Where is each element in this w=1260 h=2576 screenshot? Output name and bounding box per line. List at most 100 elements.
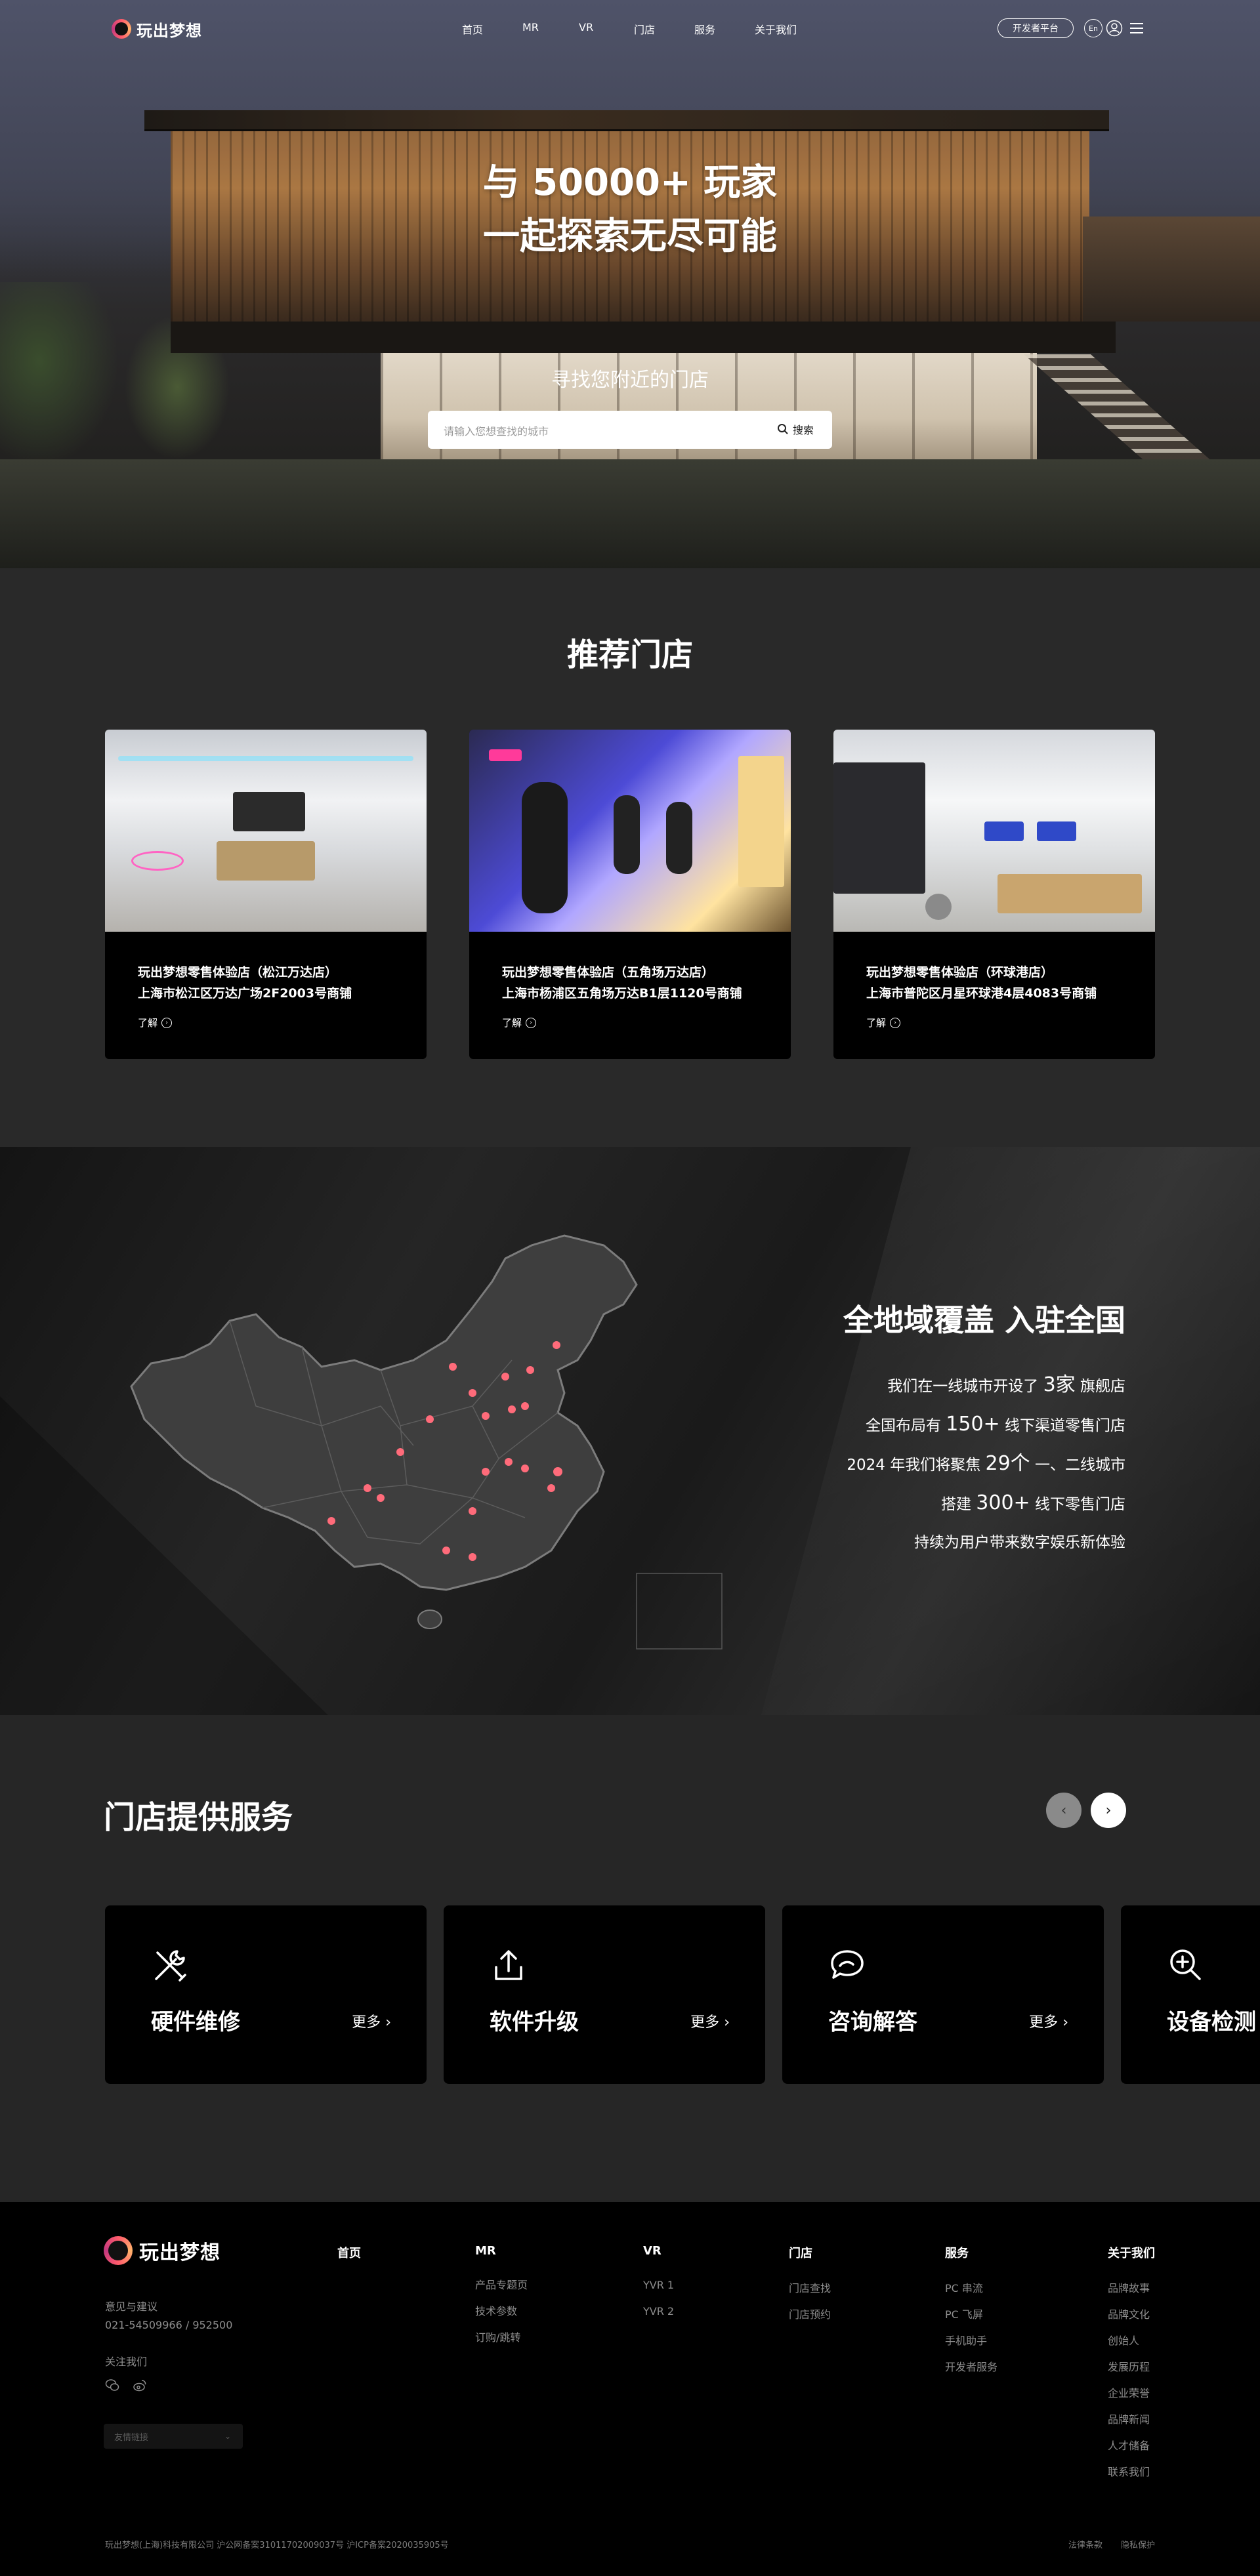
footer-link[interactable]: 技术参数 (475, 2298, 528, 2325)
service-more-label: 更多 (690, 2014, 720, 2031)
footer-link[interactable]: YVR 2 (643, 2298, 674, 2325)
store-card[interactable]: 玩出梦想零售体验店（松江万达店） 上海市松江区万达广场2F2003号商铺 了解 … (105, 730, 427, 1059)
privacy-link[interactable]: 隐私保护 (1121, 2538, 1155, 2550)
stat-text: 持续为用户带来数字娱乐新体验 (914, 1534, 1125, 1551)
friend-links-select[interactable]: 友情链接 ⌄ (104, 2424, 243, 2449)
language-switch-icon[interactable]: En (1084, 19, 1102, 37)
footer-column-title[interactable]: MR (475, 2244, 528, 2258)
service-more-link[interactable]: 更多 › (690, 2010, 730, 2031)
service-card[interactable]: 设备检测 (1121, 1905, 1260, 2084)
footer-link[interactable]: 企业荣誉 (1108, 2380, 1155, 2407)
footer-link[interactable]: 产品专题页 (475, 2272, 528, 2298)
footer-link[interactable]: 门店查找 (789, 2275, 831, 2302)
footer-column: 首页 (337, 2244, 361, 2275)
coverage-stat-line: 搭建 300+ 线下零售门店 (847, 1484, 1125, 1524)
footer-column-title[interactable]: 首页 (337, 2244, 361, 2261)
nav-vr[interactable]: VR (579, 21, 593, 33)
wechat-icon[interactable] (105, 2378, 119, 2392)
store-more-label: 了解 (502, 1017, 522, 1029)
footer-column: 服务 PC 串流 PC 飞屏 手机助手 开发者服务 (945, 2244, 998, 2380)
footer-link[interactable]: 手机助手 (945, 2328, 998, 2354)
brand-logo[interactable]: 玩出梦想 (112, 18, 202, 40)
store-more-link[interactable]: 了解 › (138, 1016, 173, 1029)
developer-platform-button[interactable]: 开发者平台 (998, 18, 1074, 38)
copyright-text: 玩出梦想(上海)科技有限公司 沪公网备案31011702009037号 沪ICP… (105, 2541, 449, 2550)
stat-number: 3家 (1043, 1373, 1076, 1396)
store-photo-person (522, 782, 568, 913)
footer-link[interactable]: 订购/跳转 (475, 2325, 528, 2351)
footer-link[interactable]: PC 飞屏 (945, 2302, 998, 2328)
wrench-screwdriver-icon (155, 1950, 186, 1982)
store-marker (449, 1363, 457, 1371)
footer-logo[interactable]: 玩出梦想 (104, 2236, 220, 2265)
chevron-down-icon: ⌄ (224, 2432, 231, 2441)
store-photo-table (217, 841, 315, 881)
footer-link[interactable]: 开发者服务 (945, 2354, 998, 2380)
footer-column: VR YVR 1 YVR 2 (643, 2244, 674, 2325)
stat-text: 线下渠道零售门店 (999, 1417, 1125, 1434)
footer-link[interactable]: PC 串流 (945, 2275, 998, 2302)
footer-link[interactable]: 品牌故事 (1108, 2275, 1155, 2302)
footer-column-title[interactable]: 关于我们 (1108, 2244, 1155, 2261)
nav-stores[interactable]: 门店 (634, 21, 655, 37)
search-input[interactable]: 请输入您想查找的城市 (444, 423, 549, 438)
store-name: 玩出梦想零售体验店（环球港店） (866, 965, 1054, 980)
footer-column-title[interactable]: 门店 (789, 2244, 831, 2261)
store-address: 上海市松江区万达广场2F2003号商铺 (138, 986, 352, 1001)
footer-link[interactable]: 品牌文化 (1108, 2302, 1155, 2328)
service-card[interactable]: 硬件维修 更多 › (105, 1905, 427, 2084)
service-name: 设备检测 (1167, 2009, 1256, 2035)
store-search-box[interactable]: 请输入您想查找的城市 搜索 (428, 411, 832, 449)
nav-mr[interactable]: MR (522, 21, 539, 33)
magnifier-plus-icon (1170, 1949, 1201, 1980)
weibo-icon[interactable] (133, 2378, 147, 2392)
logo-ring-icon (112, 19, 131, 39)
brand-name: 玩出梦想 (136, 21, 202, 40)
store-marker (547, 1484, 555, 1492)
footer-link[interactable]: 门店预约 (789, 2302, 831, 2328)
store-more-label: 了解 (866, 1017, 887, 1029)
house-roof (144, 110, 1109, 131)
service-card[interactable]: 咨询解答 更多 › (782, 1905, 1104, 2084)
store-more-link[interactable]: 了解 › (866, 1016, 901, 1029)
nav-about[interactable]: 关于我们 (755, 21, 797, 37)
store-card[interactable]: 玩出梦想零售体验店（五角场万达店） 上海市杨浦区五角场万达B1层1120号商铺 … (469, 730, 791, 1059)
store-photo-wall (833, 762, 925, 894)
menu-icon[interactable] (1127, 19, 1146, 37)
carousel-prev-button[interactable]: ‹ (1046, 1793, 1082, 1828)
service-more-link[interactable]: 更多 › (352, 2010, 391, 2031)
user-icon[interactable] (1105, 19, 1124, 37)
footer-link[interactable]: 品牌新闻 (1108, 2407, 1155, 2433)
chevron-right-icon: › (724, 2014, 730, 2031)
footer-link[interactable]: 联系我们 (1108, 2459, 1155, 2485)
service-more-link[interactable]: 更多 › (1029, 2010, 1068, 2031)
store-marker (469, 1389, 476, 1397)
hero-title-line1: 与 50000+ 玩家 (482, 161, 778, 204)
nav-home[interactable]: 首页 (462, 21, 483, 37)
nav-services[interactable]: 服务 (694, 21, 715, 37)
legal-terms-link[interactable]: 法律条款 (1068, 2538, 1102, 2550)
stat-number: 300+ (976, 1491, 1030, 1514)
coverage-title: 全地域覆盖 入驻全国 (843, 1302, 1125, 1338)
store-marker (501, 1373, 509, 1381)
store-marker (553, 1341, 560, 1349)
footer-column-title[interactable]: VR (643, 2244, 674, 2258)
store-marker (521, 1402, 529, 1410)
footer-contact: 意见与建议 021-54509966 / 952500 (105, 2298, 232, 2335)
service-card[interactable]: 软件升级 更多 › (444, 1905, 765, 2084)
footer-link[interactable]: 创始人 (1108, 2328, 1155, 2354)
store-marker (364, 1484, 371, 1492)
footer-link[interactable]: 发展历程 (1108, 2354, 1155, 2380)
store-photo-person (666, 802, 692, 874)
store-card[interactable]: 玩出梦想零售体验店（环球港店） 上海市普陀区月星环球港4层4083号商铺 了解 … (833, 730, 1155, 1059)
store-photo (105, 730, 427, 932)
store-more-link[interactable]: 了解 › (502, 1016, 537, 1029)
carousel-next-button[interactable]: › (1091, 1793, 1126, 1828)
search-button[interactable]: 搜索 (777, 421, 814, 437)
store-address: 上海市杨浦区五角场万达B1层1120号商铺 (502, 986, 742, 1001)
footer-link[interactable]: 人才储备 (1108, 2433, 1155, 2459)
footer-column-title[interactable]: 服务 (945, 2244, 998, 2261)
follow-us-label: 关注我们 (105, 2356, 148, 2368)
footer-link[interactable]: YVR 1 (643, 2272, 674, 2298)
stat-text: 搭建 (940, 1496, 976, 1513)
